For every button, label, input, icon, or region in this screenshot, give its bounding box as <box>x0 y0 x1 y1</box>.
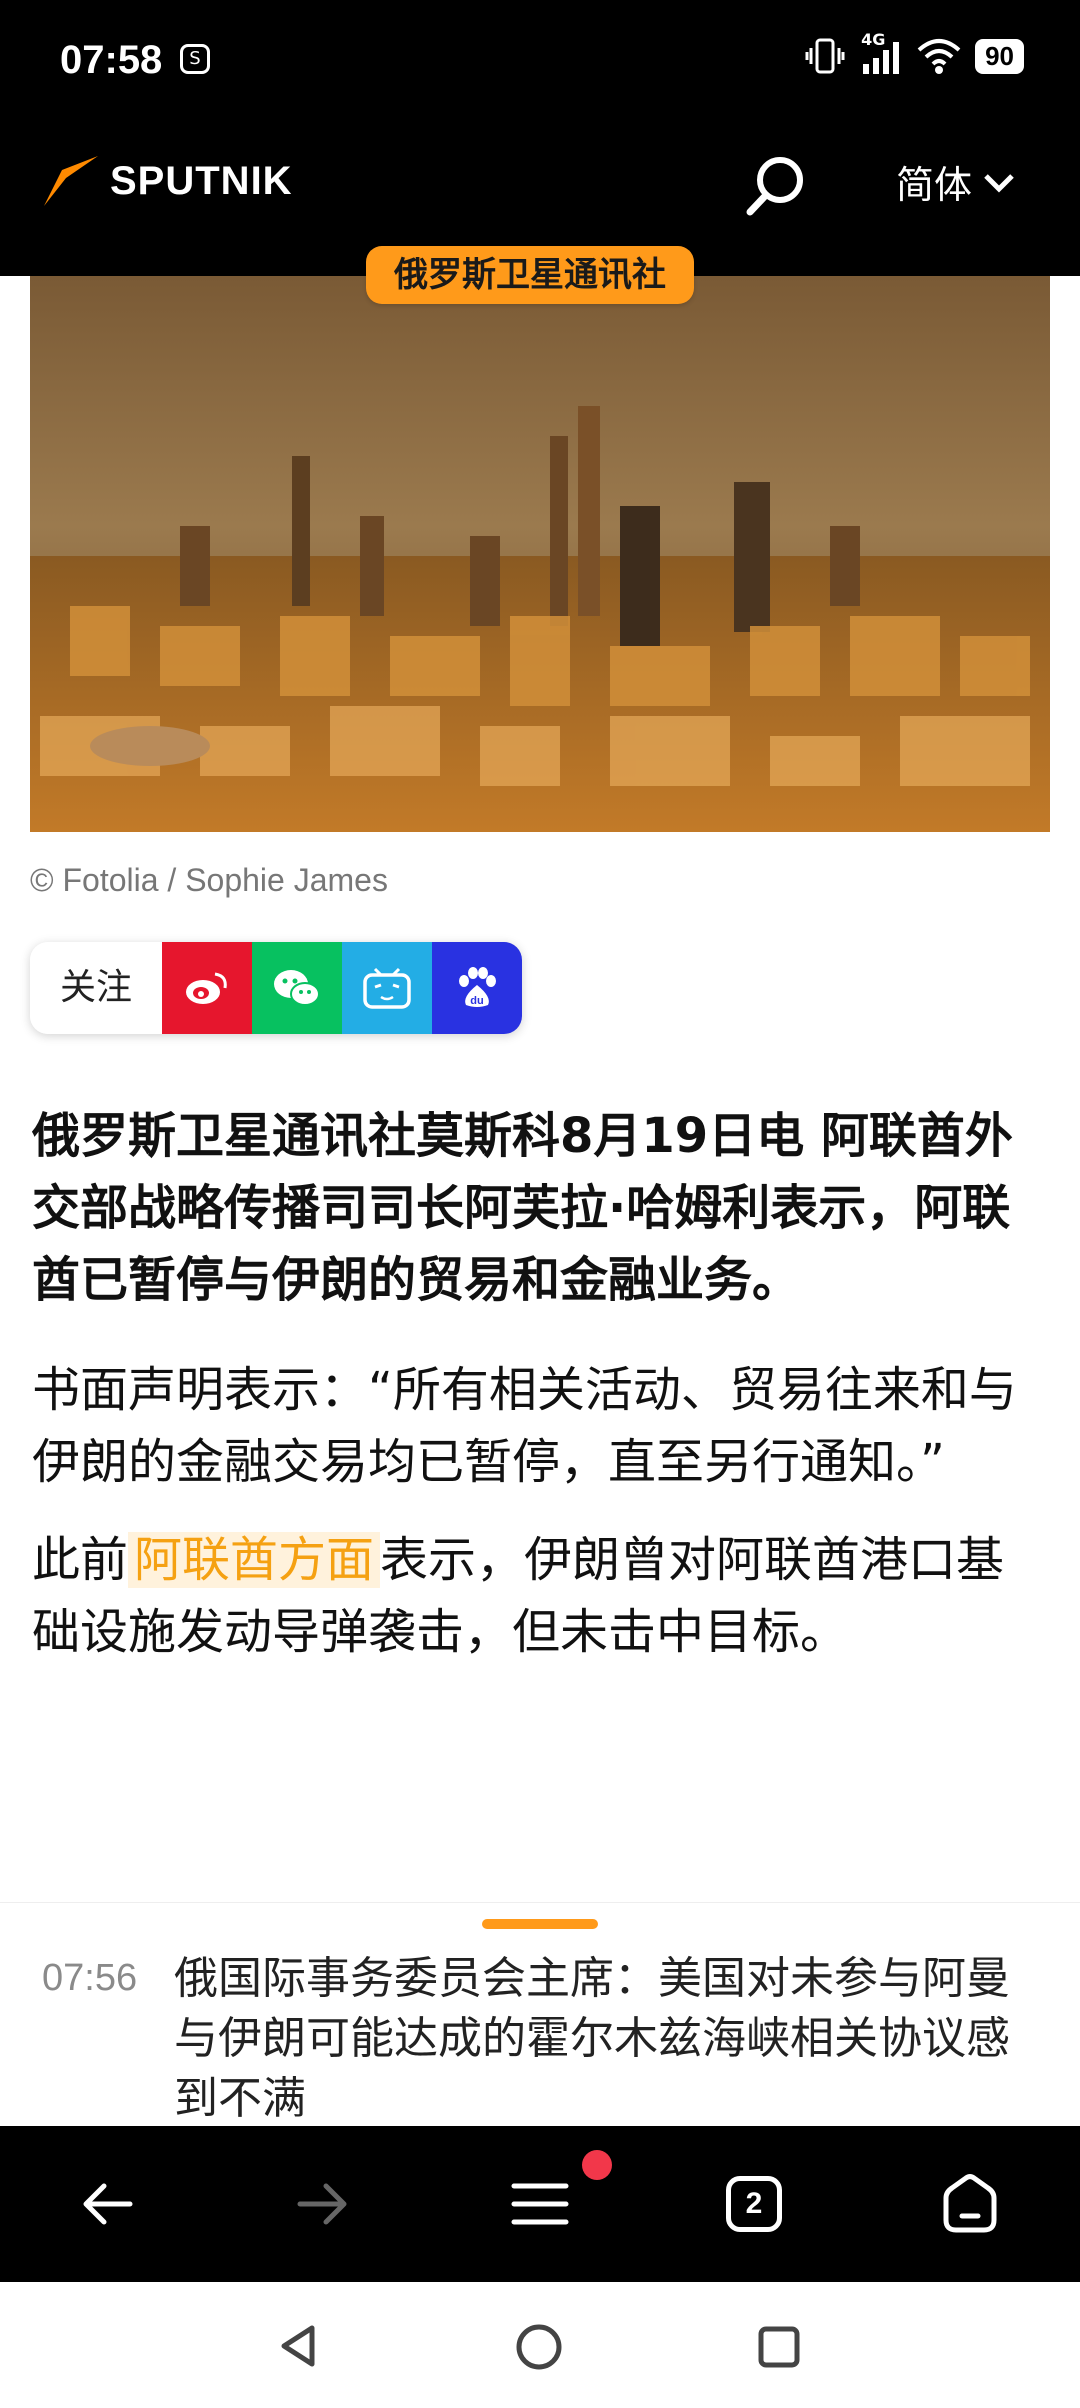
paragraph-text: 此前 <box>32 1532 129 1588</box>
baidu-paw-icon: du <box>459 967 496 1007</box>
source-badge: 俄罗斯卫星通讯社 <box>366 246 694 304</box>
article-body: 俄罗斯卫星通讯社莫斯科8月19日电 阿联酋外交部战略传播司司长阿芙拉·哈姆利表示… <box>32 1100 1052 1694</box>
status-time: 07:58 <box>60 38 163 82</box>
forward-button[interactable] <box>282 2164 362 2244</box>
news-feed-sheet[interactable]: 07:56 俄国际事务委员会主席：美国对未参与阿曼与伊朗可能达成的霍尔木兹海峡相… <box>0 1902 1080 2127</box>
feed-item-time: 07:56 <box>42 1957 138 1999</box>
arrow-right-icon <box>297 2183 347 2225</box>
wechat-icon <box>274 970 320 1006</box>
search-icon <box>746 157 803 216</box>
bilibili-icon <box>363 967 411 1009</box>
system-nav-bar <box>0 2282 1080 2408</box>
feed-item-title[interactable]: 俄国际事务委员会主席：美国对未参与阿曼与伊朗可能达成的霍尔木兹海峡相关协议感到不… <box>174 1949 1044 2129</box>
content-fade <box>0 1780 1080 1900</box>
article-lead: 俄罗斯卫星通讯社莫斯科8月19日电 阿联酋外交部战略传播司司长阿芙拉·哈姆利表示… <box>32 1108 1013 1308</box>
back-button[interactable] <box>68 2164 148 2244</box>
chevron-down-icon <box>984 173 1014 193</box>
sputnik-swoosh-icon <box>44 156 98 206</box>
weibo-button[interactable] <box>162 942 252 1034</box>
wechat-button[interactable] <box>252 942 342 1034</box>
follow-label: 关注 <box>30 942 162 1034</box>
language-selector[interactable]: 简体 <box>896 154 1016 209</box>
article-paragraph-1: 书面声明表示：“所有相关活动、贸易往来和与伊朗的金融交易均已暂停，直至另行通知。… <box>32 1362 1017 1490</box>
image-caption: © Fotolia / Sophie James <box>30 862 388 898</box>
wifi-icon <box>917 39 961 74</box>
vibrate-icon <box>805 38 845 74</box>
baidu-label: du <box>470 995 483 1007</box>
sputnik-logo[interactable]: SPUTNIK <box>42 154 293 208</box>
hamburger-menu-icon <box>511 2183 569 2225</box>
nav-back-icon[interactable] <box>276 2322 320 2370</box>
tab-count-icon: 2 <box>726 2176 782 2232</box>
status-bar: 07:58 S 4G 90 <box>0 0 1080 128</box>
baidu-button[interactable]: du <box>432 942 522 1034</box>
article-image <box>30 276 1050 832</box>
battery-indicator: 90 <box>975 38 1024 74</box>
tag-link[interactable]: 阿联酋方面 <box>128 1532 381 1588</box>
sim-icon: S <box>180 44 210 74</box>
brand-name: SPUTNIK <box>110 158 293 203</box>
sheet-drag-handle[interactable] <box>482 1919 598 1929</box>
weibo-icon <box>186 972 227 1004</box>
nav-recents-icon[interactable] <box>756 2324 802 2370</box>
cellular-icon: 4G <box>859 30 903 76</box>
menu-button[interactable] <box>500 2164 580 2244</box>
article-paragraph-2: 此前 阿联酋方面 表示，伊朗曾对阿联酋港口基础设施发动导弹袭击，但未击中目标。 <box>32 1524 1052 1668</box>
home-button[interactable] <box>930 2164 1010 2244</box>
tabs-button[interactable]: 2 <box>714 2164 794 2244</box>
share-bar: 关注 du <box>30 942 522 1034</box>
notification-dot <box>582 2150 612 2180</box>
bilibili-button[interactable] <box>342 942 432 1034</box>
language-label: 简体 <box>896 163 973 207</box>
home-icon <box>943 2174 997 2233</box>
search-button[interactable] <box>740 152 810 222</box>
arrow-left-icon <box>83 2183 133 2225</box>
status-icons: 4G 90 <box>805 30 1024 76</box>
nav-home-icon[interactable] <box>514 2322 564 2372</box>
tab-count: 2 <box>745 2187 763 2220</box>
browser-toolbar: 2 <box>0 2126 1080 2282</box>
